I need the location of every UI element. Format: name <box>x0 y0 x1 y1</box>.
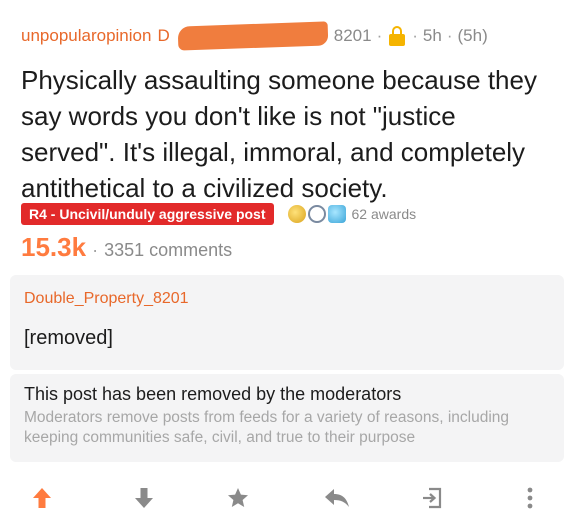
award-icon <box>307 205 326 223</box>
reply-icon <box>325 489 349 507</box>
comment-card[interactable]: Double_Property_8201 [removed] <box>10 275 564 370</box>
post-age-detail: (5h) <box>457 26 488 45</box>
redaction-mark <box>177 21 329 51</box>
upvote-icon <box>33 488 51 508</box>
separator-dot: · <box>446 26 453 45</box>
author-fragment: D <box>157 26 170 45</box>
post-meta-row: unpopularopinion D 8201 · · 5h · (5h) <box>21 21 488 51</box>
downvote-button[interactable] <box>128 482 160 514</box>
post-action-bar <box>0 476 574 520</box>
awards-group[interactable]: 62 awards <box>287 205 417 223</box>
separator-dot: · <box>376 26 383 45</box>
save-star-icon <box>228 488 248 507</box>
author-tail: 8201 <box>333 26 372 45</box>
comment-author[interactable]: Double_Property_8201 <box>24 290 189 308</box>
award-icon <box>327 205 346 223</box>
downvote-icon <box>135 488 153 508</box>
comment-body: [removed] <box>24 327 113 349</box>
separator-dot: · <box>412 26 418 45</box>
save-button[interactable] <box>222 482 254 514</box>
reply-button[interactable] <box>321 482 353 514</box>
comments-count[interactable]: 3351 comments <box>104 240 232 261</box>
removal-notice: This post has been removed by the modera… <box>10 374 564 462</box>
removal-notice-title: This post has been removed by the modera… <box>24 384 402 404</box>
share-icon <box>423 487 442 509</box>
score-row: 15.3k · 3351 comments <box>21 232 232 264</box>
separator-dot: · <box>92 240 99 260</box>
upvote-button[interactable] <box>26 482 58 514</box>
award-icon <box>287 205 306 223</box>
subreddit-link[interactable]: unpopularopinion <box>21 26 151 46</box>
more-options-button[interactable] <box>514 482 546 514</box>
lock-icon <box>389 26 406 46</box>
flair-row: R4 - Uncivil/unduly aggressive post 62 a… <box>21 201 416 227</box>
post-title: Physically assaulting someone because th… <box>21 65 537 203</box>
share-button[interactable] <box>416 482 448 514</box>
more-icon <box>527 487 533 509</box>
post-flair[interactable]: R4 - Uncivil/unduly aggressive post <box>21 203 274 225</box>
removal-notice-description: Moderators remove posts from feeds for a… <box>24 409 510 446</box>
post-score: 15.3k <box>21 232 87 262</box>
post-age: 5h <box>422 26 442 45</box>
awards-count: 62 awards <box>351 206 417 222</box>
